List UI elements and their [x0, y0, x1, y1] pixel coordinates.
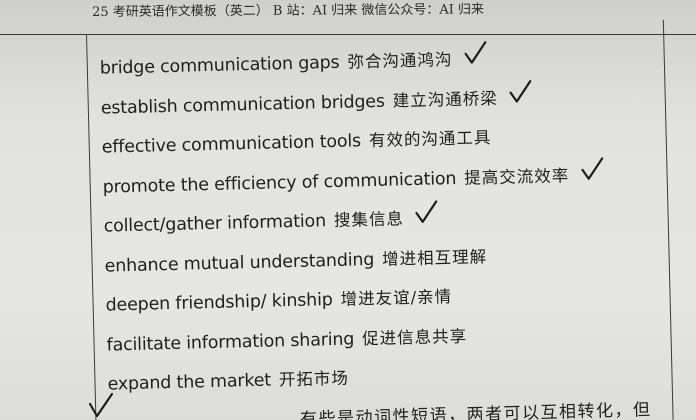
- check-mark-icon: [414, 200, 439, 226]
- check-mark-icon: [507, 79, 532, 106]
- phrase-english: deepen friendship/ kinship: [105, 290, 333, 316]
- phrase-english: enhance mutual understanding: [104, 249, 375, 277]
- phrase-english: facilitate information sharing: [106, 329, 355, 356]
- phrase-english: promote the efficiency of communication: [102, 168, 457, 198]
- phrase-english: collect/gather information: [103, 211, 327, 237]
- phrase-table: bridge communication gaps 弥合沟通鸿沟 establish…: [86, 19, 674, 420]
- phrase-chinese: 提高交流效率: [464, 165, 570, 188]
- check-mark-icon: [462, 41, 487, 67]
- phrase-chinese: 搜集信息: [333, 209, 405, 230]
- phrase-list: bridge communication gaps 弥合沟通鸿沟 establish…: [99, 40, 664, 409]
- phrase-english: establish communication bridges: [100, 91, 386, 119]
- notes-page: 25 考研英语作文模板（英二） B 站：AI 归来 微信公众号：AI 归来 br…: [0, 0, 696, 420]
- phrase-english: bridge communication gaps: [99, 52, 340, 79]
- check-mark-icon: [579, 156, 604, 183]
- phrase-chinese: 增进相互理解: [381, 246, 488, 269]
- phrase-chinese: 建立沟通桥梁: [392, 88, 498, 111]
- phrase-chinese: 促进信息共享: [361, 326, 468, 348]
- phrase-english: effective communication tools: [101, 131, 362, 158]
- phrase-chinese: 开拓市场: [278, 368, 350, 390]
- phrase-chinese: 有效的沟通工具: [368, 128, 492, 151]
- phrase-english: expand the market: [107, 370, 272, 395]
- phrase-chinese: 增进友谊/亲情: [340, 287, 453, 309]
- phrase-chinese: 弥合沟通鸿沟: [347, 50, 453, 72]
- check-mark-icon: [88, 392, 114, 418]
